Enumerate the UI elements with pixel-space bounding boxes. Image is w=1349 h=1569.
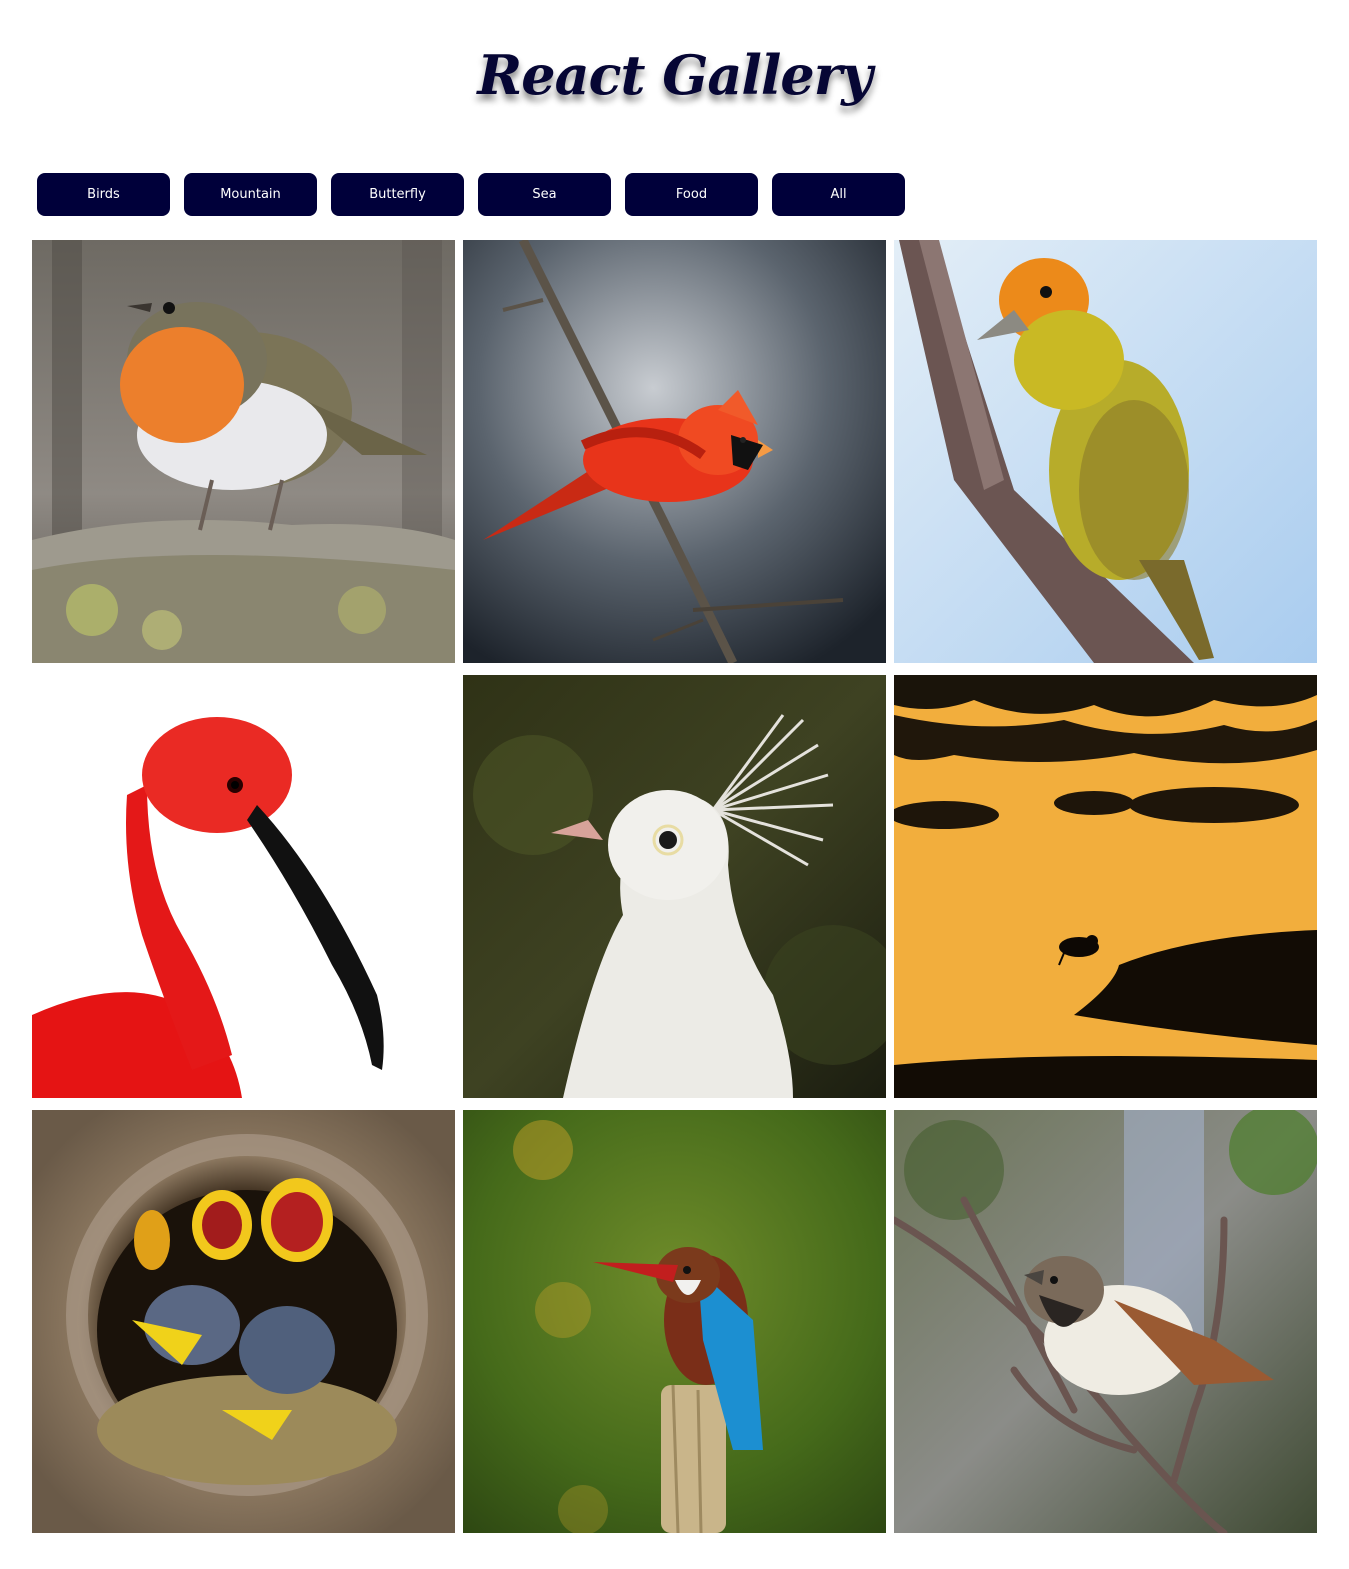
cardinal-photo (463, 240, 886, 663)
gallery-image-white-peacock[interactable] (463, 675, 886, 1098)
house-sparrow-photo (894, 1110, 1317, 1533)
image-gallery-grid (32, 240, 1317, 1533)
gallery-image-scarlet-ibis[interactable] (32, 675, 455, 1098)
nestlings-photo (32, 1110, 455, 1533)
gallery-image-house-sparrow[interactable] (894, 1110, 1317, 1533)
kingfisher-photo (463, 1110, 886, 1533)
filter-button-birds[interactable]: Birds (37, 173, 170, 216)
filter-button-food[interactable]: Food (625, 173, 758, 216)
gallery-image-yellow-songbird[interactable] (894, 240, 1317, 663)
robin-photo (32, 240, 455, 663)
filter-button-all[interactable]: All (772, 173, 905, 216)
filter-button-butterfly[interactable]: Butterfly (331, 173, 464, 216)
white-peacock-photo (463, 675, 886, 1098)
sunset-wader-photo (894, 675, 1317, 1098)
gallery-image-sunset-wader[interactable] (894, 675, 1317, 1098)
scarlet-ibis-photo (32, 675, 455, 1098)
gallery-image-nestlings[interactable] (32, 1110, 455, 1533)
header: React Gallery (0, 38, 1349, 112)
category-filter-bar: Birds Mountain Butterfly Sea Food All (37, 173, 905, 216)
gallery-image-kingfisher[interactable] (463, 1110, 886, 1533)
page-title: React Gallery (477, 43, 872, 107)
gallery-image-robin[interactable] (32, 240, 455, 663)
filter-button-sea[interactable]: Sea (478, 173, 611, 216)
gallery-image-cardinal[interactable] (463, 240, 886, 663)
yellow-songbird-photo (894, 240, 1317, 663)
filter-button-mountain[interactable]: Mountain (184, 173, 317, 216)
